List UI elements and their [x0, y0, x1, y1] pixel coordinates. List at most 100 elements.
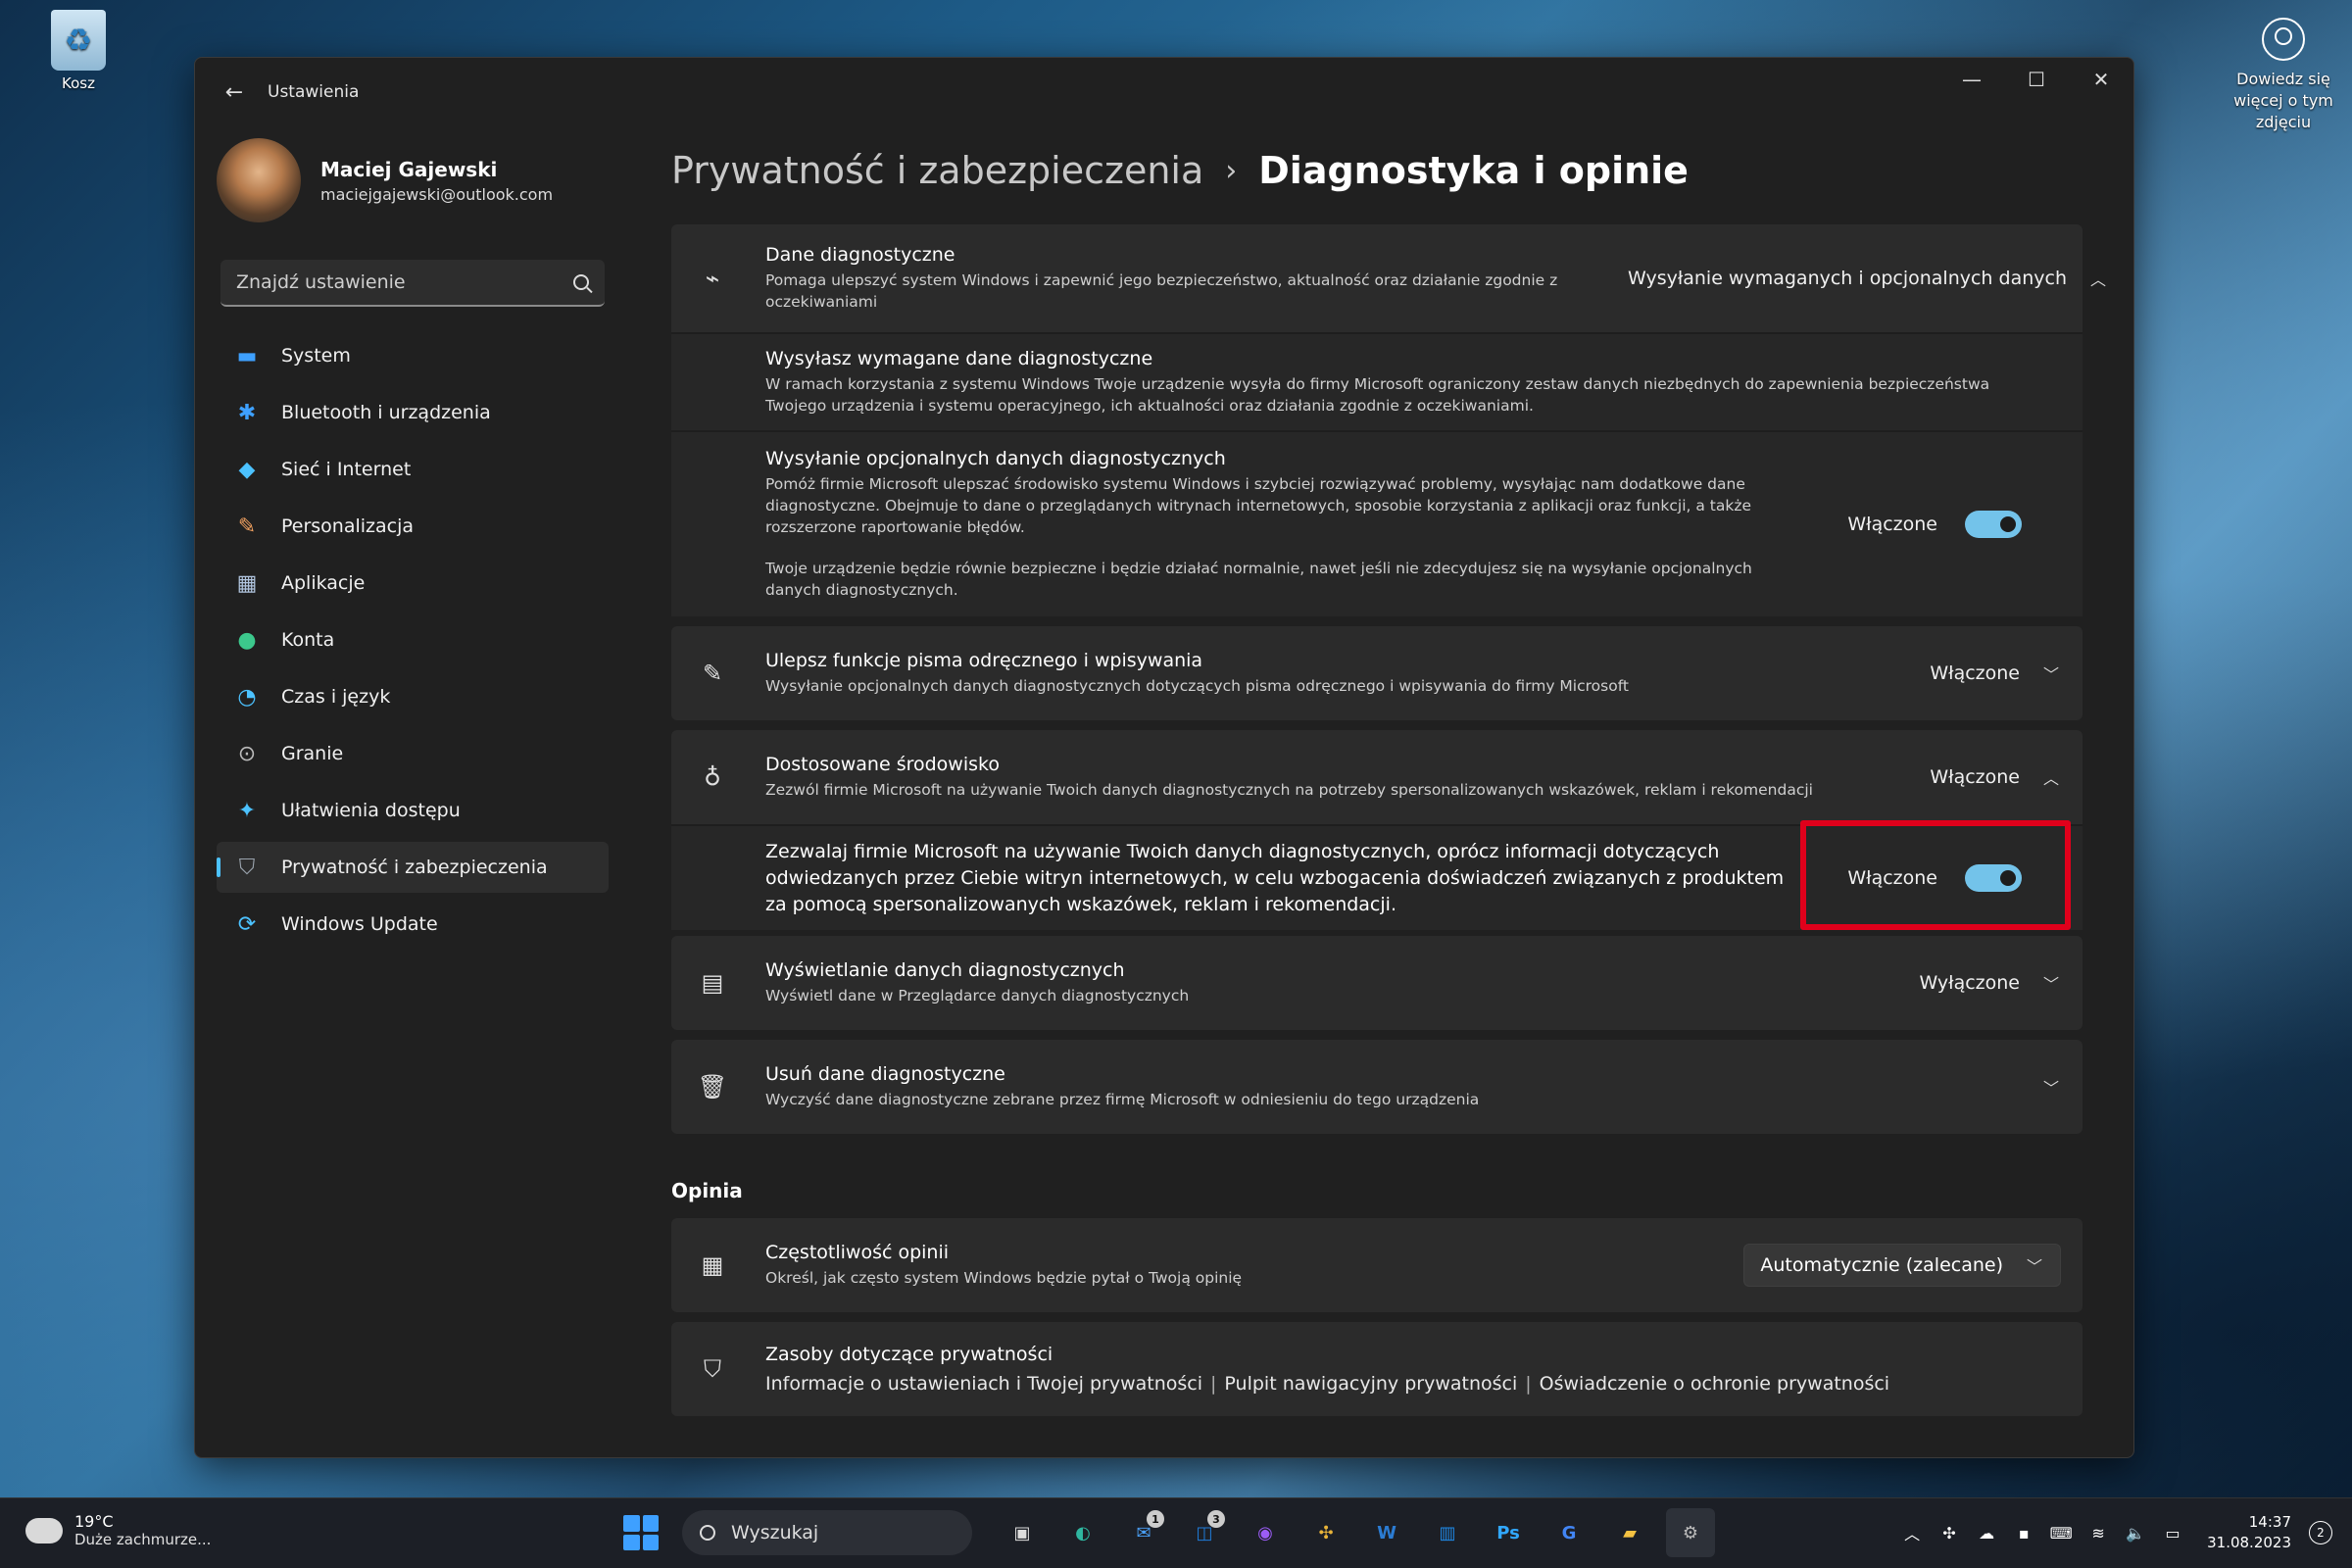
frequency-value: Automatycznie (zalecane): [1760, 1254, 2003, 1276]
taskbar-settings-icon[interactable]: ⚙: [1666, 1508, 1715, 1557]
viewer-header[interactable]: ▤ Wyświetlanie danych diagnostycznych Wy…: [671, 936, 2082, 1030]
required-data-title: Wysyłasz wymagane dane diagnostyczne: [765, 348, 1153, 369]
tray-keyboard-icon[interactable]: ⌨: [2044, 1516, 2078, 1549]
tailored-header[interactable]: ♁ Dostosowane środowisko Zezwól firmie M…: [671, 730, 2082, 824]
sidebar-item-bluetooth-i-urz-dzenia[interactable]: ✱ Bluetooth i urządzenia: [217, 387, 609, 438]
brush-icon: ✎: [237, 514, 257, 539]
frequency-desc: Określ, jak często system Windows będzie…: [765, 1269, 1243, 1287]
taskbar-photoshop-icon[interactable]: Ps: [1484, 1508, 1533, 1557]
sidebar-item-aplikacje[interactable]: ▦ Aplikacje: [217, 558, 609, 609]
minimize-button[interactable]: —: [1939, 58, 2004, 101]
sidebar-item-czas-i-j-zyk[interactable]: ◔ Czas i język: [217, 671, 609, 722]
taskbar-outlook-icon[interactable]: ◫ 3: [1180, 1508, 1229, 1557]
avatar: [217, 138, 301, 222]
maximize-button[interactable]: ☐: [2004, 58, 2069, 101]
tray-onedrive-icon[interactable]: ☁: [1970, 1516, 2003, 1549]
diagnostic-data-header[interactable]: ⌁ Dane diagnostyczne Pomaga ulepszyć sys…: [671, 224, 2106, 332]
tray-chevron-icon[interactable]: ︿: [1895, 1516, 1929, 1549]
inking-card: ✎ Ulepsz funkcje pisma odręcznego i wpis…: [671, 626, 2082, 720]
sidebar-item-sie-i-internet[interactable]: ◆ Sieć i Internet: [217, 444, 609, 495]
close-button[interactable]: ✕: [2069, 58, 2133, 101]
chevron-up-icon[interactable]: ︿: [2088, 267, 2108, 290]
optional-data-toggle[interactable]: [1965, 511, 2022, 538]
optional-data-state: Włączone: [1847, 514, 1937, 535]
sidebar-item-windows-update[interactable]: ⟳ Windows Update: [217, 899, 609, 950]
search-input[interactable]: [236, 271, 550, 293]
sidebar-item-u-atwienia-dost-pu[interactable]: ✦ Ułatwienia dostępu: [217, 785, 609, 836]
chevron-down-icon[interactable]: ﹀: [2041, 971, 2061, 995]
optional-data-row: Wysyłanie opcjonalnych danych diagnostyc…: [671, 430, 2082, 616]
privacy-statement-link[interactable]: Oświadczenie o ochronie prywatności: [1540, 1373, 1889, 1395]
tray-volume-icon[interactable]: 🔈: [2119, 1516, 2152, 1549]
tailored-desc: Zezwól firmie Microsoft na używanie Twoi…: [765, 781, 1813, 799]
page-title: Diagnostyka i opinie: [1258, 149, 1689, 192]
user-profile[interactable]: Maciej Gajewski maciejgajewski@outlook.c…: [195, 126, 626, 234]
required-data-row: Wysyłasz wymagane dane diagnostyczne W r…: [671, 332, 2082, 430]
shield-icon: ⛉: [704, 1355, 721, 1383]
taskbar: 19°C Duże zachmurze... Wyszukaj ▣ ◐ ✉ 1 ◫ 3 ◉ ✣…: [0, 1497, 2352, 1568]
sidebar-item-personalizacja[interactable]: ✎ Personalizacja: [217, 501, 609, 552]
inking-desc: Wysyłanie opcjonalnych danych diagnostyc…: [765, 677, 1629, 695]
learn-about-picture-label: Dowiedz się więcej o tym zdjęciu: [2233, 70, 2333, 131]
taskbar-task-view-icon[interactable]: ▣: [998, 1508, 1047, 1557]
taskbar-messenger-icon[interactable]: ◉: [1241, 1508, 1290, 1557]
trash-icon: 🗑: [697, 1073, 728, 1101]
chevron-down-icon[interactable]: ﹀: [2041, 662, 2061, 685]
start-button[interactable]: [623, 1515, 659, 1550]
privacy-resources-title: Zasoby dotyczące prywatności: [765, 1344, 1054, 1365]
settings-search[interactable]: [220, 260, 605, 307]
inking-header[interactable]: ✎ Ulepsz funkcje pisma odręcznego i wpis…: [671, 626, 2082, 720]
taskbar-edge-icon[interactable]: ◐: [1058, 1508, 1107, 1557]
weather-widget[interactable]: 19°C Duże zachmurze...: [22, 1507, 212, 1548]
frequency-dropdown[interactable]: Automatycznie (zalecane) ﹀: [1743, 1244, 2061, 1287]
viewer-desc: Wyświetl dane w Przeglądarce danych diag…: [765, 987, 1190, 1004]
viewer-title: Wyświetlanie danych diagnostycznych: [765, 959, 1125, 981]
privacy-dashboard-link[interactable]: Pulpit nawigacyjny prywatności: [1224, 1373, 1517, 1395]
calendar-icon: ▦: [701, 1251, 724, 1279]
learn-about-picture[interactable]: Dowiedz się więcej o tym zdjęciu: [2225, 18, 2342, 133]
taskbar-mail-icon[interactable]: ✉ 1: [1119, 1508, 1168, 1557]
back-button[interactable]: ←: [215, 73, 254, 112]
taskbar-slack-icon[interactable]: ✣: [1301, 1508, 1350, 1557]
sidebar-item-label: Ułatwienia dostępu: [281, 800, 461, 821]
privacy-settings-link[interactable]: Informacje o ustawieniach i Twojej prywa…: [765, 1373, 1202, 1395]
optional-data-note: Twoje urządzenie będzie równie bezpieczn…: [765, 560, 1752, 599]
chevron-down-icon: ﹀: [2026, 1257, 2042, 1276]
delete-card: 🗑 Usuń dane diagnostyczne Wyczyść dane d…: [671, 1040, 2082, 1134]
taskbar-trello-icon[interactable]: ▥: [1423, 1508, 1472, 1557]
diagnostic-data-card: ⌁ Dane diagnostyczne Pomaga ulepszyć sys…: [671, 224, 2106, 616]
tray-wifi-icon[interactable]: ≋: [2082, 1516, 2115, 1549]
clock[interactable]: 14:37 31.08.2023: [2207, 1512, 2291, 1553]
sidebar-item-granie[interactable]: ⊙ Granie: [217, 728, 609, 779]
taskbar-word-icon[interactable]: W: [1362, 1508, 1411, 1557]
taskbar-explorer-icon[interactable]: ▰: [1605, 1508, 1654, 1557]
taskbar-center: Wyszukaj ▣ ◐ ✉ 1 ◫ 3 ◉ ✣ W ▥ Ps G ▰ ⚙: [623, 1508, 1721, 1557]
sidebar-item-prywatno-i-zabezpieczenia[interactable]: ⛉ Prywatność i zabezpieczenia: [217, 842, 609, 893]
chevron-up-icon[interactable]: ︿: [2041, 765, 2061, 789]
recycle-bin[interactable]: Kosz: [39, 10, 118, 92]
sidebar-item-konta[interactable]: ● Konta: [217, 614, 609, 665]
sidebar-item-label: System: [281, 345, 351, 367]
delete-title: Usuń dane diagnostyczne: [765, 1063, 1005, 1085]
breadcrumb-parent[interactable]: Prywatność i zabezpieczenia: [671, 149, 1203, 192]
main-content: Prywatność i zabezpieczenia › Diagnostyk…: [671, 126, 2106, 1457]
weather-temp: 19°C: [74, 1512, 114, 1531]
weather-desc: Duże zachmurze...: [74, 1531, 212, 1548]
monitor-icon: ▬: [236, 343, 258, 368]
taskbar-translate-icon[interactable]: G: [1544, 1508, 1593, 1557]
camera-info-icon: [2262, 18, 2305, 61]
tray-battery-icon[interactable]: ▭: [2156, 1516, 2189, 1549]
tray-slack-icon[interactable]: ✣: [1933, 1516, 1966, 1549]
gamepad-icon: ⊙: [237, 741, 257, 766]
sidebar-item-system[interactable]: ▬ System: [217, 330, 609, 381]
delete-header[interactable]: 🗑 Usuń dane diagnostyczne Wyczyść dane d…: [671, 1040, 2082, 1134]
chevron-down-icon[interactable]: ﹀: [2041, 1075, 2061, 1099]
app-badge: 1: [1147, 1510, 1164, 1528]
app-badge: 3: [1207, 1510, 1225, 1528]
sidebar-item-label: Aplikacje: [281, 572, 366, 594]
notification-badge[interactable]: 2: [2309, 1521, 2332, 1544]
tray-defender-icon[interactable]: ▪: [2007, 1516, 2040, 1549]
search-icon[interactable]: [573, 274, 589, 290]
sidebar-item-label: Czas i język: [281, 686, 391, 708]
taskbar-search[interactable]: Wyszukaj: [682, 1510, 972, 1555]
